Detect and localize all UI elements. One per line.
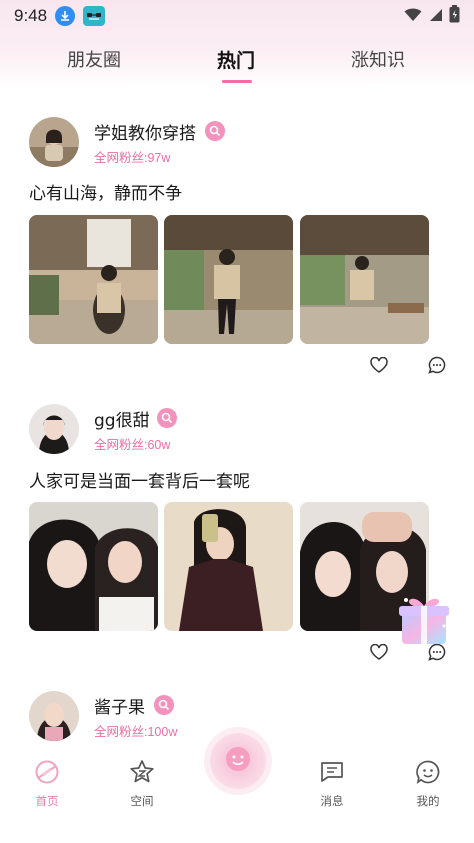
nav-mine[interactable]: 我的	[398, 759, 458, 809]
profile-face-icon	[415, 759, 441, 789]
post-caption: 心有山海，静而不争	[29, 184, 182, 204]
signal-icon	[428, 7, 443, 26]
verified-badge-icon	[157, 408, 177, 428]
tab-friends[interactable]: 朋友圈	[67, 46, 121, 72]
message-icon	[319, 759, 345, 789]
bottom-nav: 首页 空间 消息 我的	[0, 733, 474, 843]
tab-hot[interactable]: 热门	[217, 46, 255, 73]
nav-home-label: 首页	[35, 794, 59, 808]
username[interactable]: 学姐教你穿搭	[94, 119, 196, 144]
active-tab-indicator	[222, 80, 252, 83]
post-photo[interactable]	[300, 215, 429, 344]
avatar[interactable]	[29, 404, 79, 454]
wifi-icon	[404, 7, 422, 26]
nav-messages-label: 消息	[320, 794, 344, 808]
tab-knowledge[interactable]: 涨知识	[351, 46, 405, 72]
home-icon	[34, 759, 60, 789]
status-time: 9:48	[14, 6, 48, 25]
comment-icon[interactable]	[426, 354, 448, 376]
avatar[interactable]	[29, 691, 79, 741]
nav-space-label: 空间	[130, 794, 154, 808]
like-heart-icon[interactable]	[368, 354, 390, 376]
username[interactable]: 酱子果	[94, 693, 145, 718]
fans-count: 全网粉丝:100w	[94, 725, 178, 739]
nav-home[interactable]: 首页	[17, 759, 77, 809]
verified-badge-icon	[205, 121, 225, 141]
fans-count: 全网粉丝:60w	[94, 438, 171, 452]
post-photo[interactable]	[29, 215, 158, 344]
post-photo[interactable]	[29, 502, 158, 631]
gift-box-icon[interactable]	[392, 586, 456, 650]
app-screen: 9:48 朋友圈 热门 涨知识 学姐教你穿搭 全网粉丝:97w 心有山海，静而不…	[0, 0, 474, 843]
download-icon	[55, 6, 76, 26]
post-caption: 人家可是当面一套背后一套呢	[29, 472, 250, 492]
verified-badge-icon	[154, 695, 174, 715]
username[interactable]: gg很甜	[94, 406, 150, 431]
nav-space[interactable]: 空间	[112, 759, 172, 809]
nav-messages[interactable]: 消息	[302, 759, 362, 809]
status-bar: 9:48	[0, 0, 474, 32]
top-tabs: 朋友圈 热门 涨知识	[0, 38, 474, 83]
nav-mine-label: 我的	[416, 794, 440, 808]
fans-count: 全网粉丝:97w	[94, 151, 171, 165]
center-action-button[interactable]	[210, 733, 266, 789]
post-photo[interactable]	[164, 215, 293, 344]
smile-face-icon	[223, 744, 253, 778]
app-notification-icon	[83, 6, 106, 26]
like-heart-icon[interactable]	[368, 641, 390, 663]
star-icon	[129, 759, 155, 789]
avatar[interactable]	[29, 117, 79, 167]
battery-icon	[449, 5, 460, 27]
post-photo[interactable]	[164, 502, 293, 631]
